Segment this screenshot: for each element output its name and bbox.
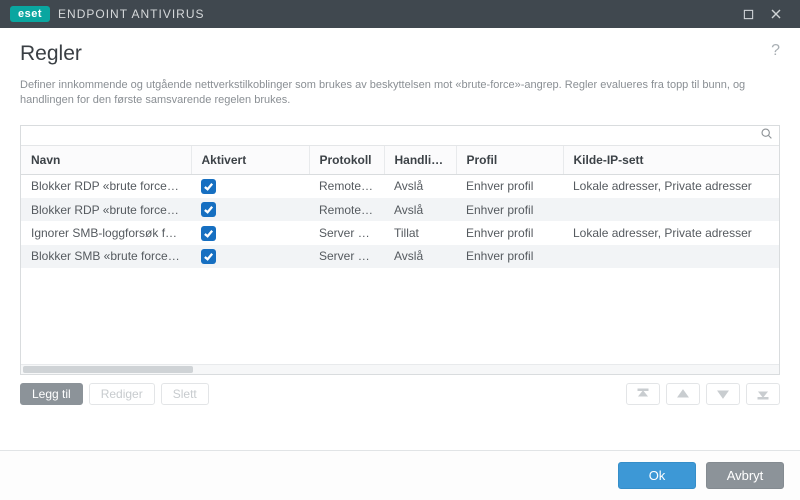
help-icon[interactable]: ? [771,42,780,60]
checkbox-checked-icon[interactable] [201,226,216,241]
ok-button[interactable]: Ok [618,462,696,489]
add-button[interactable]: Legg til [20,383,83,405]
cell-action: Tillat [384,221,456,244]
col-name[interactable]: Navn [21,146,191,175]
move-bottom-button[interactable] [746,383,780,405]
col-enabled[interactable]: Aktivert [191,146,309,175]
table-row[interactable]: Ignorer SMB-loggforsøk fra ... Server Me… [21,221,779,244]
cell-profile: Enhver profil [456,221,563,244]
horizontal-scrollbar[interactable] [21,364,779,374]
cancel-button[interactable]: Avbryt [706,462,784,489]
cell-source-ip [563,245,779,268]
cell-protocol: Server Mes... [309,221,384,244]
col-protocol[interactable]: Protokoll [309,146,384,175]
cell-source-ip: Lokale adresser, Private adresser [563,221,779,244]
table-search-row [21,126,779,146]
table-row[interactable]: Blokker RDP «brute force»-a... Remote De… [21,174,779,198]
table-header-row: Navn Aktivert Protokoll Handling Profil … [21,146,779,175]
cell-protocol: Server Mes... [309,245,384,268]
cell-action: Avslå [384,174,456,198]
cell-source-ip: Lokale adresser, Private adresser [563,174,779,198]
cell-profile: Enhver profil [456,245,563,268]
cell-enabled [191,221,309,244]
search-icon[interactable] [760,127,773,143]
close-button[interactable] [762,0,790,28]
cell-name: Blokker SMB «brute force»-a... [21,245,191,268]
page-description: Definer innkommende og utgående nettverk… [20,78,780,109]
cell-protocol: Remote De... [309,174,384,198]
cell-profile: Enhver profil [456,174,563,198]
cell-profile: Enhver profil [456,198,563,221]
cell-source-ip [563,198,779,221]
minimize-button[interactable] [734,0,762,28]
cell-action: Avslå [384,245,456,268]
cell-protocol: Remote De... [309,198,384,221]
rules-table: Navn Aktivert Protokoll Handling Profil … [21,146,779,268]
move-top-button[interactable] [626,383,660,405]
table-row[interactable]: Blokker RDP «brute force»-a... Remote De… [21,198,779,221]
checkbox-checked-icon[interactable] [201,249,216,264]
move-down-button[interactable] [706,383,740,405]
move-up-button[interactable] [666,383,700,405]
col-action[interactable]: Handling [384,146,456,175]
cell-action: Avslå [384,198,456,221]
table-empty-area [21,268,779,364]
table-row[interactable]: Blokker SMB «brute force»-a... Server Me… [21,245,779,268]
edit-button[interactable]: Rediger [89,383,155,405]
cell-name: Blokker RDP «brute force»-a... [21,174,191,198]
page-title: Regler [20,42,82,66]
checkbox-checked-icon[interactable] [201,202,216,217]
brand-text: ENDPOINT ANTIVIRUS [58,7,204,21]
checkbox-checked-icon[interactable] [201,179,216,194]
scrollbar-thumb[interactable] [23,366,193,373]
brand-badge: eset [10,6,50,22]
titlebar: eset ENDPOINT ANTIVIRUS [0,0,800,28]
content-area: Regler ? Definer innkommende og utgående… [0,28,800,405]
dialog-footer: Ok Avbryt [0,450,800,500]
table-toolbar: Legg til Rediger Slett [20,383,780,405]
cell-enabled [191,245,309,268]
col-source-ip[interactable]: Kilde-IP-sett [563,146,779,175]
cell-name: Blokker RDP «brute force»-a... [21,198,191,221]
col-profile[interactable]: Profil [456,146,563,175]
cell-name: Ignorer SMB-loggforsøk fra ... [21,221,191,244]
cell-enabled [191,174,309,198]
cell-enabled [191,198,309,221]
rules-table-container: Navn Aktivert Protokoll Handling Profil … [20,125,780,375]
delete-button[interactable]: Slett [161,383,209,405]
